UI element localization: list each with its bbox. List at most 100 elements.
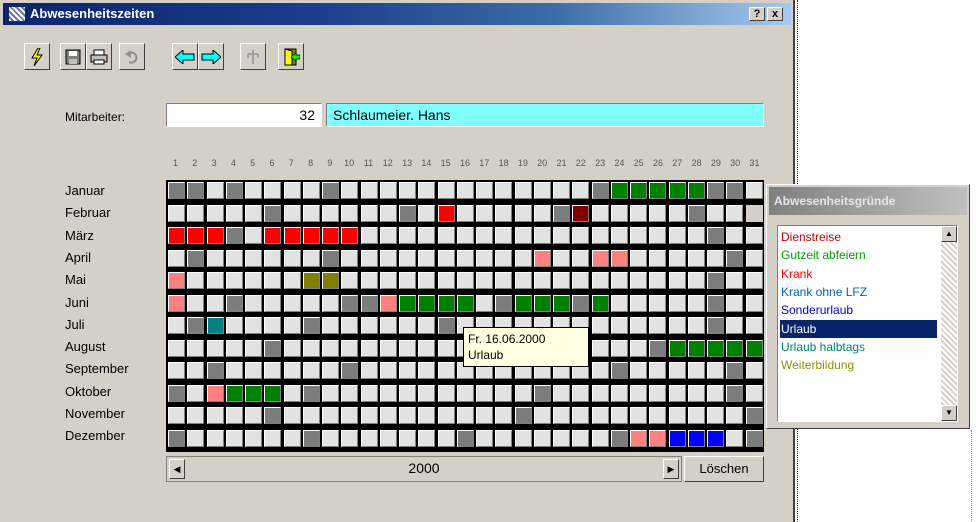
day-cell[interactable] bbox=[225, 384, 243, 402]
day-cell[interactable] bbox=[687, 362, 705, 379]
day-cell[interactable] bbox=[264, 182, 282, 199]
day-cell[interactable] bbox=[399, 204, 416, 222]
undo-icon[interactable] bbox=[119, 43, 145, 70]
day-cell[interactable] bbox=[668, 294, 686, 312]
day-cell[interactable] bbox=[514, 407, 532, 424]
day-cell[interactable] bbox=[302, 384, 320, 402]
day-cell[interactable] bbox=[283, 249, 301, 267]
day-cell[interactable] bbox=[476, 204, 493, 222]
day-cell[interactable] bbox=[168, 384, 185, 402]
day-cell[interactable] bbox=[668, 384, 686, 402]
day-cell[interactable] bbox=[687, 407, 705, 424]
day-cell[interactable] bbox=[745, 204, 763, 222]
day-cell[interactable] bbox=[168, 339, 185, 357]
day-cell[interactable] bbox=[553, 272, 570, 289]
day-cell[interactable] bbox=[379, 204, 397, 222]
day-cell[interactable] bbox=[187, 429, 205, 447]
day-cell[interactable] bbox=[591, 384, 609, 402]
day-cell[interactable] bbox=[225, 317, 243, 334]
day-cell[interactable] bbox=[225, 272, 243, 289]
day-cell[interactable] bbox=[553, 294, 570, 312]
day-cell[interactable] bbox=[610, 362, 628, 379]
day-cell[interactable] bbox=[168, 227, 185, 244]
day-cell[interactable] bbox=[707, 272, 724, 289]
day-cell[interactable] bbox=[495, 182, 513, 199]
day-cell[interactable] bbox=[283, 204, 301, 222]
day-cell[interactable] bbox=[476, 294, 493, 312]
day-cell[interactable] bbox=[533, 204, 551, 222]
day-cell[interactable] bbox=[360, 204, 378, 222]
day-cell[interactable] bbox=[745, 429, 763, 447]
day-cell[interactable] bbox=[649, 339, 667, 357]
day-cell[interactable] bbox=[572, 272, 590, 289]
day-cell[interactable] bbox=[687, 182, 705, 199]
day-cell[interactable] bbox=[302, 227, 320, 244]
day-cell[interactable] bbox=[745, 317, 763, 334]
day-cell[interactable] bbox=[630, 182, 647, 199]
day-cell[interactable] bbox=[745, 227, 763, 244]
day-cell[interactable] bbox=[322, 294, 339, 312]
day-cell[interactable] bbox=[437, 384, 455, 402]
day-cell[interactable] bbox=[514, 249, 532, 267]
day-cell[interactable] bbox=[668, 249, 686, 267]
day-cell[interactable] bbox=[745, 249, 763, 267]
day-cell[interactable] bbox=[668, 317, 686, 334]
day-cell[interactable] bbox=[591, 339, 609, 357]
day-cell[interactable] bbox=[553, 429, 570, 447]
day-cell[interactable] bbox=[553, 227, 570, 244]
day-cell[interactable] bbox=[745, 294, 763, 312]
day-cell[interactable] bbox=[553, 182, 570, 199]
day-cell[interactable] bbox=[302, 294, 320, 312]
day-cell[interactable] bbox=[456, 384, 474, 402]
day-cell[interactable] bbox=[168, 407, 185, 424]
day-cell[interactable] bbox=[399, 272, 416, 289]
day-cell[interactable] bbox=[264, 384, 282, 402]
delete-button[interactable]: Löschen bbox=[684, 456, 764, 482]
lightning-icon[interactable] bbox=[24, 43, 50, 70]
day-cell[interactable] bbox=[302, 317, 320, 334]
day-cell[interactable] bbox=[687, 227, 705, 244]
day-cell[interactable] bbox=[341, 429, 359, 447]
day-cell[interactable] bbox=[630, 317, 647, 334]
day-cell[interactable] bbox=[245, 182, 262, 199]
day-cell[interactable] bbox=[245, 407, 262, 424]
day-cell[interactable] bbox=[610, 429, 628, 447]
day-cell[interactable] bbox=[168, 294, 185, 312]
reason-item[interactable]: Gutzeit abfeiern bbox=[780, 246, 937, 264]
day-cell[interactable] bbox=[649, 182, 667, 199]
day-cell[interactable] bbox=[341, 294, 359, 312]
day-cell[interactable] bbox=[726, 407, 744, 424]
day-cell[interactable] bbox=[225, 339, 243, 357]
day-cell[interactable] bbox=[456, 407, 474, 424]
day-cell[interactable] bbox=[687, 294, 705, 312]
day-cell[interactable] bbox=[514, 182, 532, 199]
day-cell[interactable] bbox=[591, 272, 609, 289]
day-cell[interactable] bbox=[206, 384, 224, 402]
day-cell[interactable] bbox=[283, 294, 301, 312]
day-cell[interactable] bbox=[687, 339, 705, 357]
day-cell[interactable] bbox=[553, 249, 570, 267]
day-cell[interactable] bbox=[553, 204, 570, 222]
day-cell[interactable] bbox=[630, 204, 647, 222]
day-cell[interactable] bbox=[168, 204, 185, 222]
day-cell[interactable] bbox=[322, 429, 339, 447]
reason-item[interactable]: Urlaub bbox=[780, 319, 937, 338]
day-cell[interactable] bbox=[206, 317, 224, 334]
day-cell[interactable] bbox=[225, 204, 243, 222]
day-cell[interactable] bbox=[206, 429, 224, 447]
day-cell[interactable] bbox=[456, 204, 474, 222]
day-cell[interactable] bbox=[168, 182, 185, 199]
day-cell[interactable] bbox=[610, 204, 628, 222]
day-cell[interactable] bbox=[379, 362, 397, 379]
day-cell[interactable] bbox=[187, 227, 205, 244]
day-cell[interactable] bbox=[456, 272, 474, 289]
reasons-listbox[interactable]: ▲ ▼ Dienstreise Gutzeit abfeiern Krank Kran… bbox=[777, 225, 958, 422]
day-cell[interactable] bbox=[437, 407, 455, 424]
day-cell[interactable] bbox=[245, 384, 262, 402]
day-cell[interactable] bbox=[379, 429, 397, 447]
day-cell[interactable] bbox=[649, 249, 667, 267]
day-cell[interactable] bbox=[264, 362, 282, 379]
day-cell[interactable] bbox=[533, 249, 551, 267]
day-cell[interactable] bbox=[707, 429, 724, 447]
day-cell[interactable] bbox=[591, 182, 609, 199]
